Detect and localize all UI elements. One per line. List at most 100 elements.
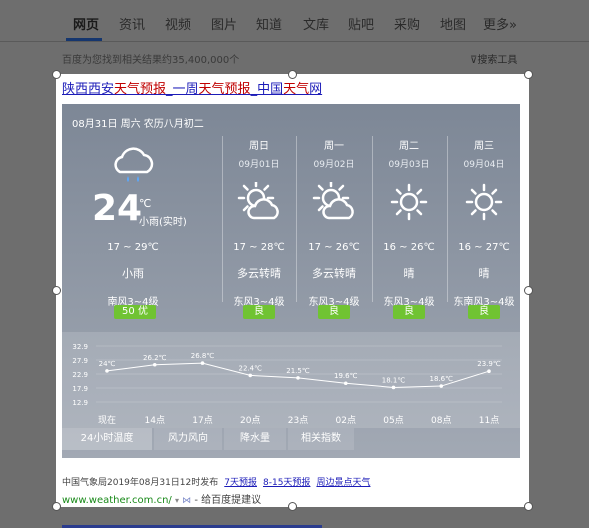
forecast-day: 周日 bbox=[249, 141, 269, 152]
today-range: 17 ~ 29℃ bbox=[107, 242, 159, 253]
forecast-range: 16 ~ 26℃ bbox=[383, 242, 435, 253]
resize-handle-top[interactable] bbox=[288, 70, 297, 79]
feedback-link[interactable]: - 给百度提建议 bbox=[194, 495, 261, 506]
link-nearby-spots[interactable]: 周边景点天气 bbox=[316, 478, 370, 488]
nav-tab-tieba[interactable]: 贴吧 bbox=[348, 14, 374, 33]
point-label: 24℃ bbox=[99, 360, 116, 368]
nav-tab-web[interactable]: 网页 bbox=[73, 14, 99, 33]
search-tools-label: 搜索工具 bbox=[477, 55, 518, 66]
forecast-aqi-badge[interactable]: 良 bbox=[243, 305, 275, 319]
link-8-15day[interactable]: 8-15天预报 bbox=[263, 478, 310, 488]
point-label: 22.4℃ bbox=[239, 364, 263, 372]
weather-panel: 08月31日 周六 农历八月初二 24 ℃ 小雨(实时) 17 ~ 29℃ 小雨… bbox=[62, 104, 520, 458]
tab-wind[interactable]: 风力风向 bbox=[154, 428, 222, 450]
temperature-point bbox=[200, 361, 205, 365]
forecast-column[interactable]: 周日 09月01日 bbox=[219, 137, 299, 170]
title-segment: 天气预报 bbox=[198, 82, 251, 97]
today-condition: 小雨 bbox=[122, 267, 144, 280]
resize-handle-top-right[interactable] bbox=[524, 70, 533, 79]
resize-handle-top-left[interactable] bbox=[52, 70, 61, 79]
title-segment: 天气预报 bbox=[114, 82, 167, 97]
forecast-aqi-badge[interactable]: 良 bbox=[468, 305, 500, 319]
chevron-down-icon[interactable]: ▾ bbox=[175, 496, 179, 505]
resize-handle-bottom-left[interactable] bbox=[52, 502, 61, 511]
resize-handle-left[interactable] bbox=[52, 286, 61, 295]
forecast-cond: 晴 bbox=[403, 267, 415, 280]
current-temperature: 24 bbox=[92, 188, 143, 229]
search-tools-button[interactable]: ⊽搜索工具 bbox=[470, 51, 517, 66]
y-tick-label: 22.9 bbox=[72, 371, 88, 379]
point-label: 21.5℃ bbox=[286, 367, 310, 375]
resize-handle-bottom[interactable] bbox=[288, 502, 297, 511]
nav-tab-map[interactable]: 地图 bbox=[440, 14, 466, 33]
nav-tab-news[interactable]: 资讯 bbox=[119, 14, 145, 33]
forecast-details: 16 ~ 27℃ 晴东南风3~4级 bbox=[444, 242, 524, 308]
trust-badge-icon[interactable]: ⋈ bbox=[182, 496, 191, 506]
forecast-range: 17 ~ 26℃ bbox=[308, 242, 360, 253]
forecast-date: 09月01日 bbox=[238, 160, 280, 170]
x-tick-label: 05点 bbox=[383, 415, 403, 426]
temperature-point bbox=[439, 384, 444, 388]
temperature-point bbox=[343, 381, 348, 386]
temperature-point bbox=[152, 362, 157, 367]
forecast-day: 周三 bbox=[474, 141, 494, 152]
nav-tab-zhidao[interactable]: 知道 bbox=[256, 14, 282, 33]
tab-24h-temperature[interactable]: 24小时温度 bbox=[62, 428, 152, 450]
y-tick-label: 32.9 bbox=[72, 343, 88, 351]
forecast-day: 周一 bbox=[324, 141, 344, 152]
nav-tab-caigou[interactable]: 采购 bbox=[394, 14, 420, 33]
forecast-cond: 多云转晴 bbox=[237, 267, 281, 280]
resize-handle-bottom-right[interactable] bbox=[524, 502, 533, 511]
forecast-day: 周二 bbox=[399, 141, 419, 152]
today-column: 17 ~ 29℃ 小雨 南风3~4级 bbox=[72, 242, 194, 308]
tab-indices[interactable]: 相关指数 bbox=[288, 428, 354, 450]
result-title-link[interactable]: 陕西西安天气预报_一周天气预报_中国天气网 bbox=[62, 78, 322, 97]
point-label: 23.9℃ bbox=[477, 360, 501, 368]
partly-cloudy-icon bbox=[236, 179, 282, 222]
chart-tabs: 24小时温度 风力风向 降水量 相关指数 bbox=[62, 428, 520, 450]
next-result-peek bbox=[62, 520, 362, 528]
search-nav: 网页 资讯 视频 图片 知道 文库 贴吧 采购 地图 更多» bbox=[0, 0, 589, 42]
title-segment: 天气 bbox=[283, 82, 310, 97]
result-url[interactable]: www.weather.com.cn/ bbox=[62, 495, 172, 506]
x-tick-label: 14点 bbox=[145, 415, 165, 426]
sun-icon bbox=[386, 182, 432, 222]
nav-tab-images[interactable]: 图片 bbox=[211, 14, 237, 33]
title-segment: _一周 bbox=[166, 82, 199, 97]
y-tick-label: 12.9 bbox=[72, 399, 88, 407]
y-tick-label: 27.9 bbox=[72, 357, 88, 365]
x-tick-label: 08点 bbox=[431, 415, 451, 426]
tab-precipitation[interactable]: 降水量 bbox=[224, 428, 286, 450]
point-label: 18.6℃ bbox=[430, 375, 454, 383]
forecast-aqi-badge[interactable]: 良 bbox=[318, 305, 350, 319]
result-count: 百度为您找到相关结果约35,400,000个 bbox=[62, 55, 240, 66]
temperature-point bbox=[487, 369, 491, 373]
forecast-range: 16 ~ 27℃ bbox=[458, 242, 510, 253]
forecast-column[interactable]: 周三 09月04日 bbox=[444, 137, 524, 170]
forecast-column[interactable]: 周一 09月02日 bbox=[294, 137, 374, 170]
x-tick-label: 20点 bbox=[240, 415, 260, 426]
today-date: 08月31日 周六 农历八月初二 bbox=[72, 119, 204, 130]
forecast-cond: 晴 bbox=[478, 267, 490, 280]
current-condition: 小雨(实时) bbox=[139, 217, 187, 228]
forecast-column[interactable]: 周二 09月03日 bbox=[369, 137, 449, 170]
link-7day[interactable]: 7天预报 bbox=[224, 478, 257, 488]
nav-tab-wenku[interactable]: 文库 bbox=[303, 14, 329, 33]
active-tab-indicator bbox=[66, 38, 102, 41]
url-line: www.weather.com.cn/ ▾ ⋈ - 给百度提建议 bbox=[62, 491, 261, 506]
resize-handle-right[interactable] bbox=[524, 286, 533, 295]
nav-tab-video[interactable]: 视频 bbox=[165, 14, 191, 33]
forecast-cond: 多云转晴 bbox=[312, 267, 356, 280]
today-aqi-badge[interactable]: 50 优 bbox=[114, 305, 156, 319]
nav-tab-more[interactable]: 更多» bbox=[483, 14, 517, 33]
temperature-point bbox=[391, 385, 396, 390]
partly-cloudy-icon bbox=[311, 179, 357, 222]
point-label: 26.2℃ bbox=[143, 354, 167, 362]
sun-icon bbox=[461, 182, 507, 222]
source-line: 中国气象局2019年08月31日12时发布 7天预报 8-15天预报 周边景点天气 bbox=[62, 475, 370, 488]
title-segment: _中国 bbox=[250, 82, 284, 97]
temperature-point bbox=[296, 376, 300, 380]
temperature-line-chart: 32.9 27.9 22.9 17.9 12.9 24℃ 现在 26.2℃ 14点 26.8℃ 17… bbox=[72, 343, 502, 426]
forecast-aqi-badge[interactable]: 良 bbox=[393, 305, 425, 319]
temperature-point bbox=[105, 369, 109, 373]
